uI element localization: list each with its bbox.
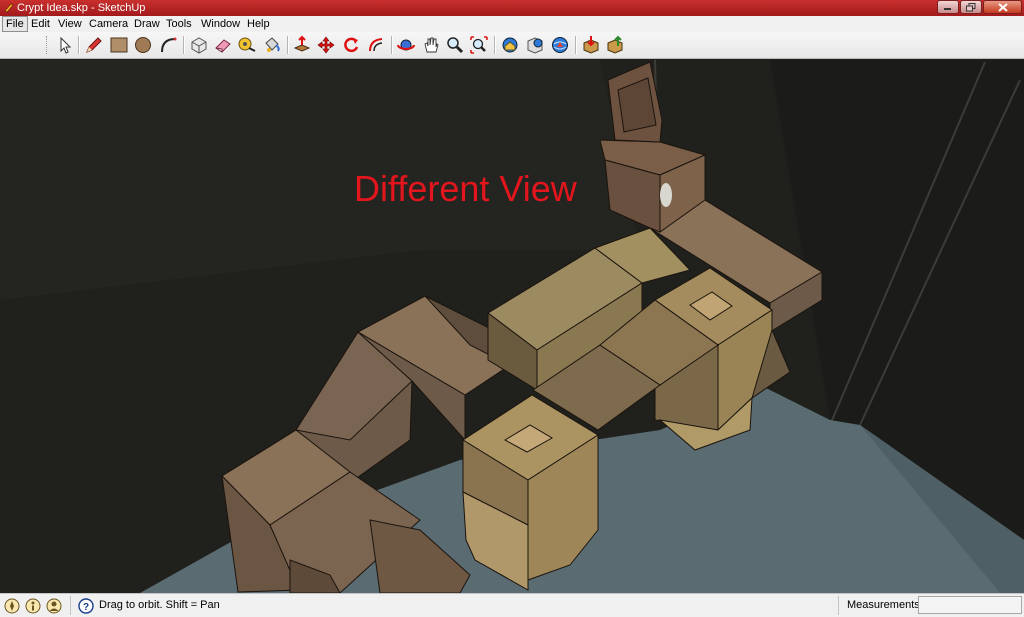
restore-icon [961, 1, 981, 13]
pencil-icon[interactable] [84, 35, 104, 55]
menu-window[interactable]: Window [198, 16, 243, 32]
share-component-icon[interactable] [605, 35, 625, 55]
3d-warehouse-icon[interactable] [550, 35, 570, 55]
status-hint: Drag to orbit. Shift = Pan [99, 599, 220, 611]
status-separator [70, 596, 71, 615]
arc-icon[interactable] [158, 35, 178, 55]
status-separator [838, 596, 839, 615]
restore-button[interactable] [960, 0, 982, 14]
measurements-label: Measurements [847, 599, 920, 611]
sketchup-app-icon [4, 3, 14, 13]
get-models-icon[interactable] [500, 35, 520, 55]
eraser-icon[interactable] [213, 35, 233, 55]
toolbar-separator [183, 36, 184, 54]
toolbar-grip[interactable] [46, 36, 50, 54]
circle-icon[interactable] [133, 35, 153, 55]
orbit-icon[interactable] [396, 35, 416, 55]
toolbar-separator [287, 36, 288, 54]
title-bar: Crypt Idea.skp - SketchUp [0, 0, 1024, 16]
main-toolbar [0, 32, 1024, 59]
close-button[interactable] [983, 0, 1022, 14]
rotate-icon[interactable] [341, 35, 361, 55]
credits-icon[interactable] [25, 598, 41, 614]
zoom-extents-icon[interactable] [469, 35, 489, 55]
measurements-input[interactable] [918, 596, 1022, 614]
window-title: Crypt Idea.skp - SketchUp [17, 2, 146, 14]
status-bar: ? Drag to orbit. Shift = Pan Measurement… [0, 593, 1024, 617]
pan-icon[interactable] [421, 35, 441, 55]
help-icon[interactable]: ? [78, 598, 94, 614]
zoom-icon[interactable] [445, 35, 465, 55]
menu-draw[interactable]: Draw [131, 16, 163, 32]
crypt-model-scene [0, 59, 1024, 593]
menu-view[interactable]: View [55, 16, 85, 32]
menu-camera[interactable]: Camera [86, 16, 131, 32]
rectangle-icon[interactable] [109, 35, 129, 55]
toolbar-separator [78, 36, 79, 54]
svg-text:?: ? [83, 602, 89, 613]
tape-measure-icon[interactable] [237, 35, 257, 55]
share-model-icon[interactable] [525, 35, 545, 55]
close-icon [984, 1, 1021, 13]
viewport-annotation: Different View [354, 168, 577, 209]
move-icon[interactable] [316, 35, 336, 55]
toolbar-separator [494, 36, 495, 54]
toolbar-separator [391, 36, 392, 54]
menu-tools[interactable]: Tools [163, 16, 195, 32]
minimize-button[interactable] [937, 0, 959, 14]
paint-bucket-icon[interactable] [262, 35, 282, 55]
menu-help[interactable]: Help [244, 16, 273, 32]
toolbar-separator [575, 36, 576, 54]
model-viewport[interactable]: Different View [0, 59, 1024, 593]
offset-icon[interactable] [366, 35, 386, 55]
menu-bar: File Edit View Camera Draw Tools Window … [0, 16, 1024, 32]
get-components-icon[interactable] [581, 35, 601, 55]
menu-edit[interactable]: Edit [28, 16, 53, 32]
push-pull-icon[interactable] [292, 35, 312, 55]
make-component-icon[interactable] [189, 35, 209, 55]
geo-location-icon[interactable] [4, 598, 20, 614]
select-icon[interactable] [55, 35, 75, 55]
user-icon[interactable] [46, 598, 62, 614]
menu-file[interactable]: File [2, 16, 28, 32]
minimize-icon [938, 1, 958, 13]
